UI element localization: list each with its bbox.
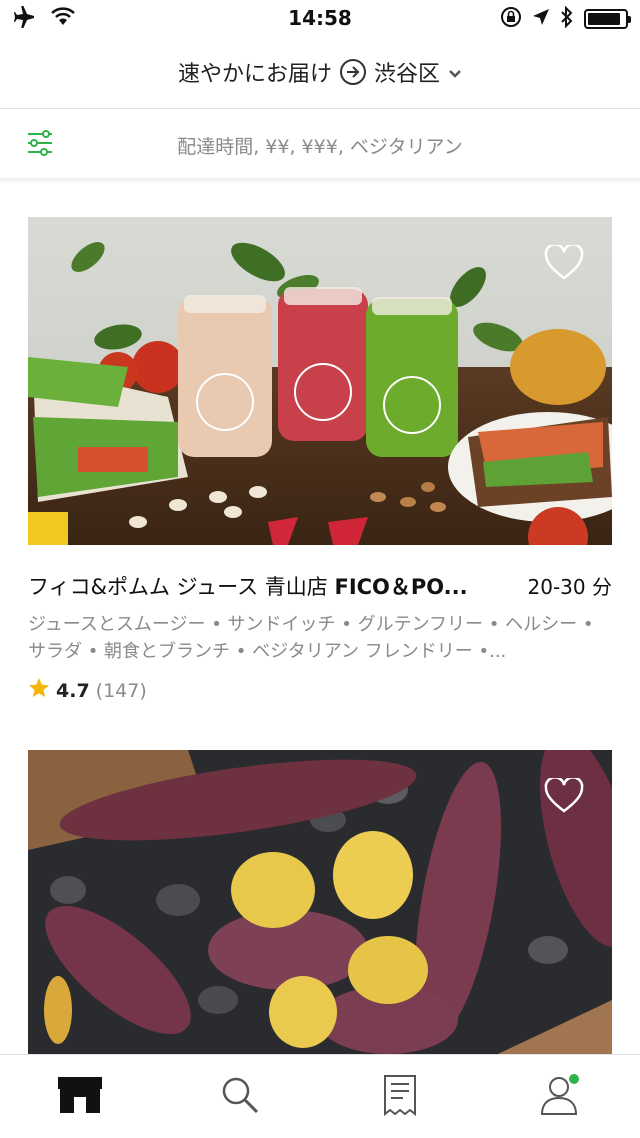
chevron-down-icon <box>448 60 462 85</box>
restaurant-rating: 4.7 (147) <box>28 677 612 704</box>
delivery-location-selector[interactable]: 速やかにお届け 渋谷区 <box>0 44 640 100</box>
tab-search[interactable] <box>215 1073 265 1121</box>
restaurant-card[interactable]: フィコ&ポムム ジュース 青山店 FICO＆PO... 20-30 分 ジュース… <box>28 217 612 704</box>
restaurant-name-bold: FICO＆PO... <box>334 575 468 599</box>
bottom-tab-bar <box>0 1054 640 1138</box>
tab-home[interactable] <box>55 1073 105 1121</box>
restaurant-name-text: フィコ&ポムム ジュース 青山店 <box>28 575 335 599</box>
battery-icon <box>584 9 631 29</box>
star-icon <box>28 677 50 704</box>
location-icon <box>532 8 550 30</box>
person-icon <box>539 1074 581 1120</box>
tab-account[interactable] <box>535 1073 585 1121</box>
restaurant-photo-juices[interactable] <box>28 217 612 545</box>
review-count: (147) <box>95 679 147 702</box>
rating-value: 4.7 <box>56 679 90 702</box>
battery-level <box>588 13 620 25</box>
status-bar: 14:58 <box>0 0 640 36</box>
delivery-area-label: 渋谷区 <box>374 62 441 87</box>
favorite-heart-icon[interactable] <box>544 243 584 285</box>
bluetooth-icon <box>560 5 574 32</box>
filter-bar-shadow <box>0 178 640 184</box>
delivery-mode-label: 速やかにお届け <box>177 62 332 87</box>
notification-badge <box>569 1074 579 1084</box>
tab-orders[interactable] <box>375 1073 425 1121</box>
delivery-time: 20-30 分 <box>527 575 612 599</box>
active-filters-text: 配達時間, ¥¥, ¥¥¥, ベジタリアン <box>177 136 463 158</box>
restaurant-photo-sweet-potatoes[interactable] <box>28 750 612 1054</box>
rotation-lock-icon <box>500 6 522 32</box>
favorite-heart-icon[interactable] <box>544 776 584 818</box>
header-divider <box>0 108 640 109</box>
search-icon <box>220 1075 260 1119</box>
restaurant-name: フィコ&ポムム ジュース 青山店 FICO＆PO... <box>28 571 468 601</box>
restaurant-card[interactable] <box>28 750 612 1054</box>
filter-bar[interactable]: 配達時間, ¥¥, ¥¥¥, ベジタリアン <box>0 110 640 178</box>
storefront-icon <box>56 1075 104 1119</box>
arrow-right-circle-icon <box>340 59 366 85</box>
restaurant-tags: ジュースとスムージー • サンドイッチ • グルテンフリー • ヘルシー • サ… <box>28 614 594 662</box>
receipt-icon <box>383 1074 417 1120</box>
